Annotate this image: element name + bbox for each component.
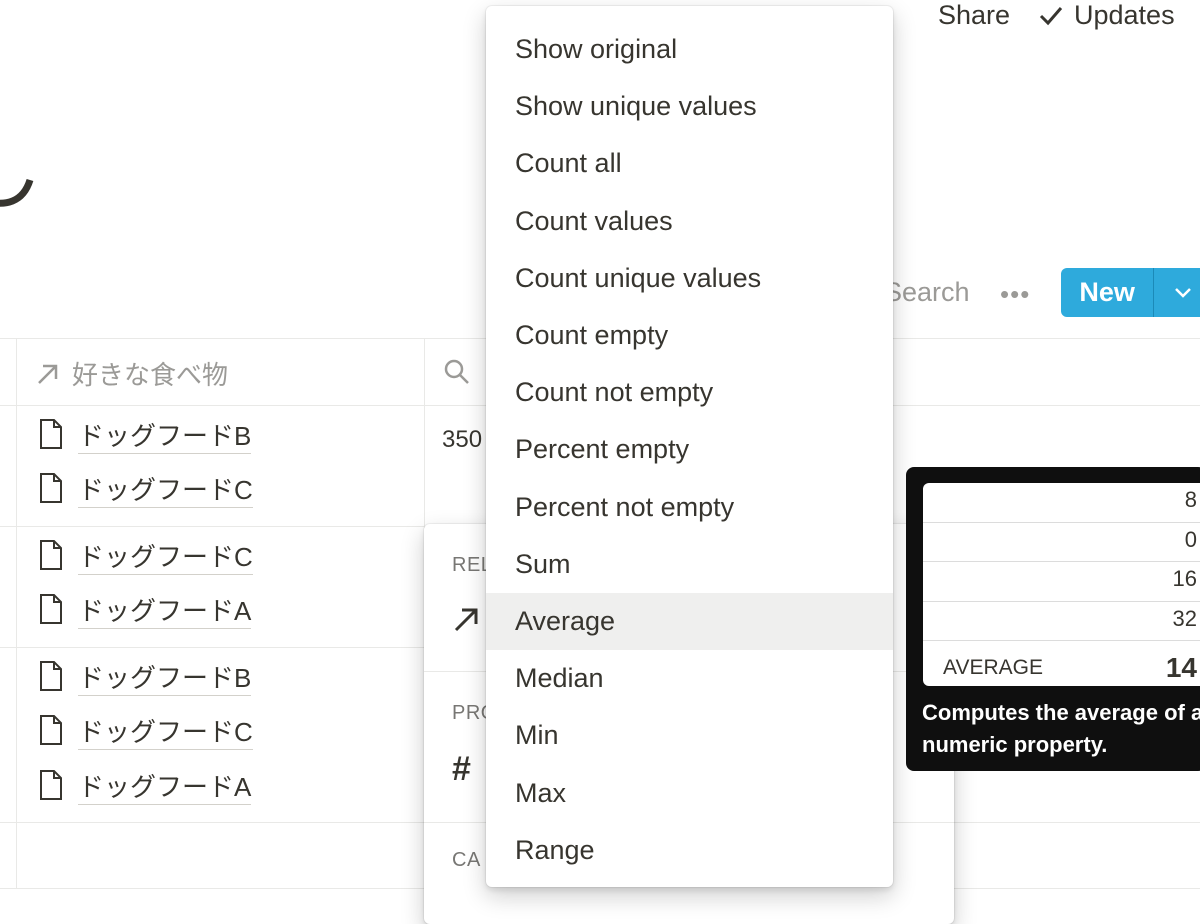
menu-item-show-unique-values[interactable]: Show unique values	[486, 78, 893, 135]
menu-item-count-empty[interactable]: Count empty	[486, 307, 893, 364]
menu-item-count-values[interactable]: Count values	[486, 193, 893, 250]
tooltip-value-row: 0	[923, 523, 1200, 562]
tooltip-value: 8	[1184, 487, 1197, 512]
menu-item-median[interactable]: Median	[486, 650, 893, 707]
number-property-icon: #	[452, 750, 471, 788]
relation-item-label: ドッグフードB	[78, 420, 252, 454]
number-cell[interactable]: 350	[442, 426, 482, 454]
menu-item-count-not-empty[interactable]: Count not empty	[486, 364, 893, 421]
menu-item-max[interactable]: Max	[486, 764, 893, 821]
relation-item[interactable]: ドッグフードA	[38, 593, 252, 630]
new-button[interactable]: New	[1061, 268, 1200, 317]
panel-section-calculate: CA	[452, 849, 481, 871]
column-divider	[424, 338, 425, 528]
updates-button[interactable]: Updates	[1038, 0, 1175, 31]
tooltip-value-row: 16	[923, 562, 1200, 602]
relation-item-label: ドッグフードA	[78, 771, 252, 805]
column-header-label: 好きな食べ物	[72, 360, 229, 390]
page-icon	[38, 539, 64, 576]
menu-item-sum[interactable]: Sum	[486, 536, 893, 593]
check-icon	[1039, 6, 1063, 25]
relation-item[interactable]: ドッグフードC	[38, 714, 253, 751]
tooltip-description: Computes the average of a numeric proper…	[922, 700, 1200, 757]
tooltip-value: 0	[1184, 526, 1197, 552]
page-icon	[38, 418, 64, 455]
menu-item-average[interactable]: Average	[486, 592, 893, 651]
column-header-favorite-food[interactable]: 好きな食べ物	[34, 355, 228, 392]
menu-item-count-unique-values[interactable]: Count unique values	[486, 250, 893, 307]
tooltip-value: 32	[1172, 605, 1197, 631]
tooltip-aggregate-row: AVERAGE 14	[923, 641, 1200, 686]
tooltip-aggregate-value: 14	[1165, 652, 1197, 683]
relation-item-label: ドッグフードC	[78, 541, 253, 575]
relation-item[interactable]: ドッグフードB	[38, 660, 252, 697]
tooltip-value-row: 8	[923, 483, 1200, 523]
menu-item-range[interactable]: Range	[486, 822, 893, 879]
menu-item-count-all[interactable]: Count all	[486, 135, 893, 192]
tooltip-value: 16	[1172, 566, 1197, 591]
page-icon	[38, 769, 64, 806]
new-button-label[interactable]: New	[1061, 268, 1153, 317]
more-options-icon[interactable]: •••	[1000, 279, 1030, 310]
relation-item-label: ドッグフードC	[78, 716, 253, 750]
new-dropdown-button[interactable]	[1153, 268, 1200, 317]
relation-item[interactable]: ドッグフードB	[38, 418, 252, 455]
page-icon	[38, 660, 64, 697]
updates-label: Updates	[1074, 0, 1175, 30]
relation-item-label: ドッグフードC	[78, 474, 253, 508]
relation-item-label: ドッグフードB	[78, 662, 252, 696]
share-button[interactable]: Share	[938, 0, 1010, 31]
page-icon	[38, 593, 64, 630]
tooltip-aggregate-label: AVERAGE	[943, 656, 1043, 679]
search-icon	[444, 359, 469, 384]
relation-item-label: ドッグフードA	[78, 595, 252, 629]
page-icon	[38, 472, 64, 509]
menu-item-show-original[interactable]: Show original	[486, 21, 893, 78]
page-title-fragment	[0, 178, 34, 207]
chevron-down-icon	[1174, 287, 1191, 298]
tooltip-value-row: 32	[923, 602, 1200, 641]
column-divider	[16, 338, 17, 888]
page-icon	[38, 714, 64, 751]
relation-arrow-icon	[454, 608, 478, 632]
menu-item-percent-not-empty[interactable]: Percent not empty	[486, 479, 893, 536]
menu-item-percent-empty[interactable]: Percent empty	[486, 421, 893, 478]
relation-item[interactable]: ドッグフードA	[38, 769, 252, 806]
relation-item[interactable]: ドッグフードC	[38, 472, 253, 509]
relation-arrow-icon	[38, 364, 58, 384]
calculate-menu: Show original Show unique values Count all…	[486, 6, 893, 887]
relation-item[interactable]: ドッグフードC	[38, 539, 253, 576]
menu-item-min[interactable]: Min	[486, 707, 893, 764]
tooltip-preview-card: 8 0 16 32 AVERAGE 14	[923, 483, 1200, 686]
average-tooltip: 8 0 16 32 AVERAGE 14 Computes the average o…	[906, 467, 1200, 771]
search-button[interactable]: Search	[884, 277, 970, 308]
